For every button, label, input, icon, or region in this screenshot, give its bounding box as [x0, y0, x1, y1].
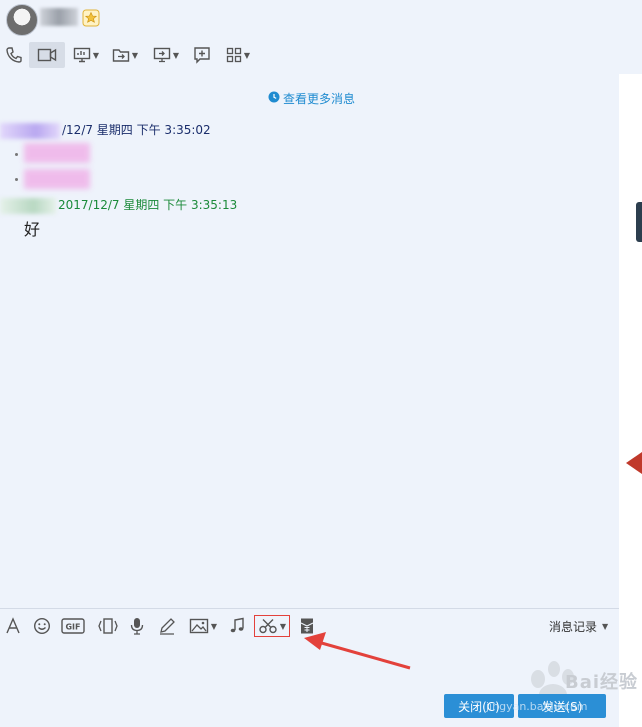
message-timestamp: /12/7 星期四 下午 3:35:02: [62, 123, 211, 137]
screen-share-icon[interactable]: ▼: [70, 42, 102, 68]
video-call-icon[interactable]: [29, 42, 65, 68]
message-timestamp: 2017/12/7 星期四 下午 3:35:13: [58, 198, 238, 212]
side-panel: [619, 74, 642, 727]
message-line-blurred: [24, 169, 90, 189]
shake-icon[interactable]: [96, 612, 120, 640]
message-text: 好: [24, 220, 41, 239]
image-icon[interactable]: ▼: [186, 612, 220, 640]
view-more-messages-link[interactable]: 查看更多消息: [268, 90, 355, 107]
star-vip-icon[interactable]: [82, 9, 100, 27]
clock-icon: [268, 91, 280, 106]
message-meta: /12/7 星期四 下午 3:35:02: [0, 121, 211, 139]
side-panel-image: [636, 202, 642, 242]
view-more-messages-label: 查看更多消息: [283, 92, 356, 106]
screenshot-scissors-icon[interactable]: ▼: [254, 615, 290, 637]
add-member-icon[interactable]: [191, 42, 213, 68]
remote-desktop-icon[interactable]: ▼: [150, 42, 182, 68]
apps-icon[interactable]: ▼: [223, 42, 253, 68]
chat-header: 昵称: [0, 0, 642, 40]
close-button[interactable]: 关闭(C): [444, 694, 514, 718]
message-history-button[interactable]: 消息记录 ▼: [549, 618, 608, 635]
contact-name-blurred[interactable]: 昵称: [40, 8, 78, 26]
gif-label: GIF: [65, 623, 80, 632]
message-line-blurred: [24, 143, 90, 163]
watermark-text: Bai经验: [565, 672, 639, 693]
divider: [0, 608, 619, 609]
gif-icon[interactable]: GIF: [60, 612, 86, 640]
chevron-down-icon: ▼: [602, 622, 609, 631]
voice-icon[interactable]: [127, 612, 147, 640]
sender-name-blurred: [0, 197, 56, 214]
list-bullet: [15, 153, 18, 156]
file-transfer-icon[interactable]: ▼: [109, 42, 141, 68]
sender-name-blurred: [0, 122, 60, 139]
list-bullet: [15, 178, 18, 181]
music-icon[interactable]: [227, 612, 247, 640]
top-toolbar: ▼ ▼ ▼ ▼: [0, 42, 300, 68]
avatar[interactable]: [6, 4, 38, 36]
send-button[interactable]: 发送(S): [518, 694, 606, 718]
font-icon[interactable]: [2, 612, 24, 640]
message-meta: 2017/12/7 星期四 下午 3:35:13: [0, 196, 237, 214]
phone-icon[interactable]: [3, 42, 25, 68]
emoji-icon[interactable]: [31, 612, 53, 640]
message-history-label: 消息记录: [549, 620, 598, 634]
handwrite-icon[interactable]: [156, 612, 178, 640]
message-input[interactable]: [0, 642, 619, 692]
